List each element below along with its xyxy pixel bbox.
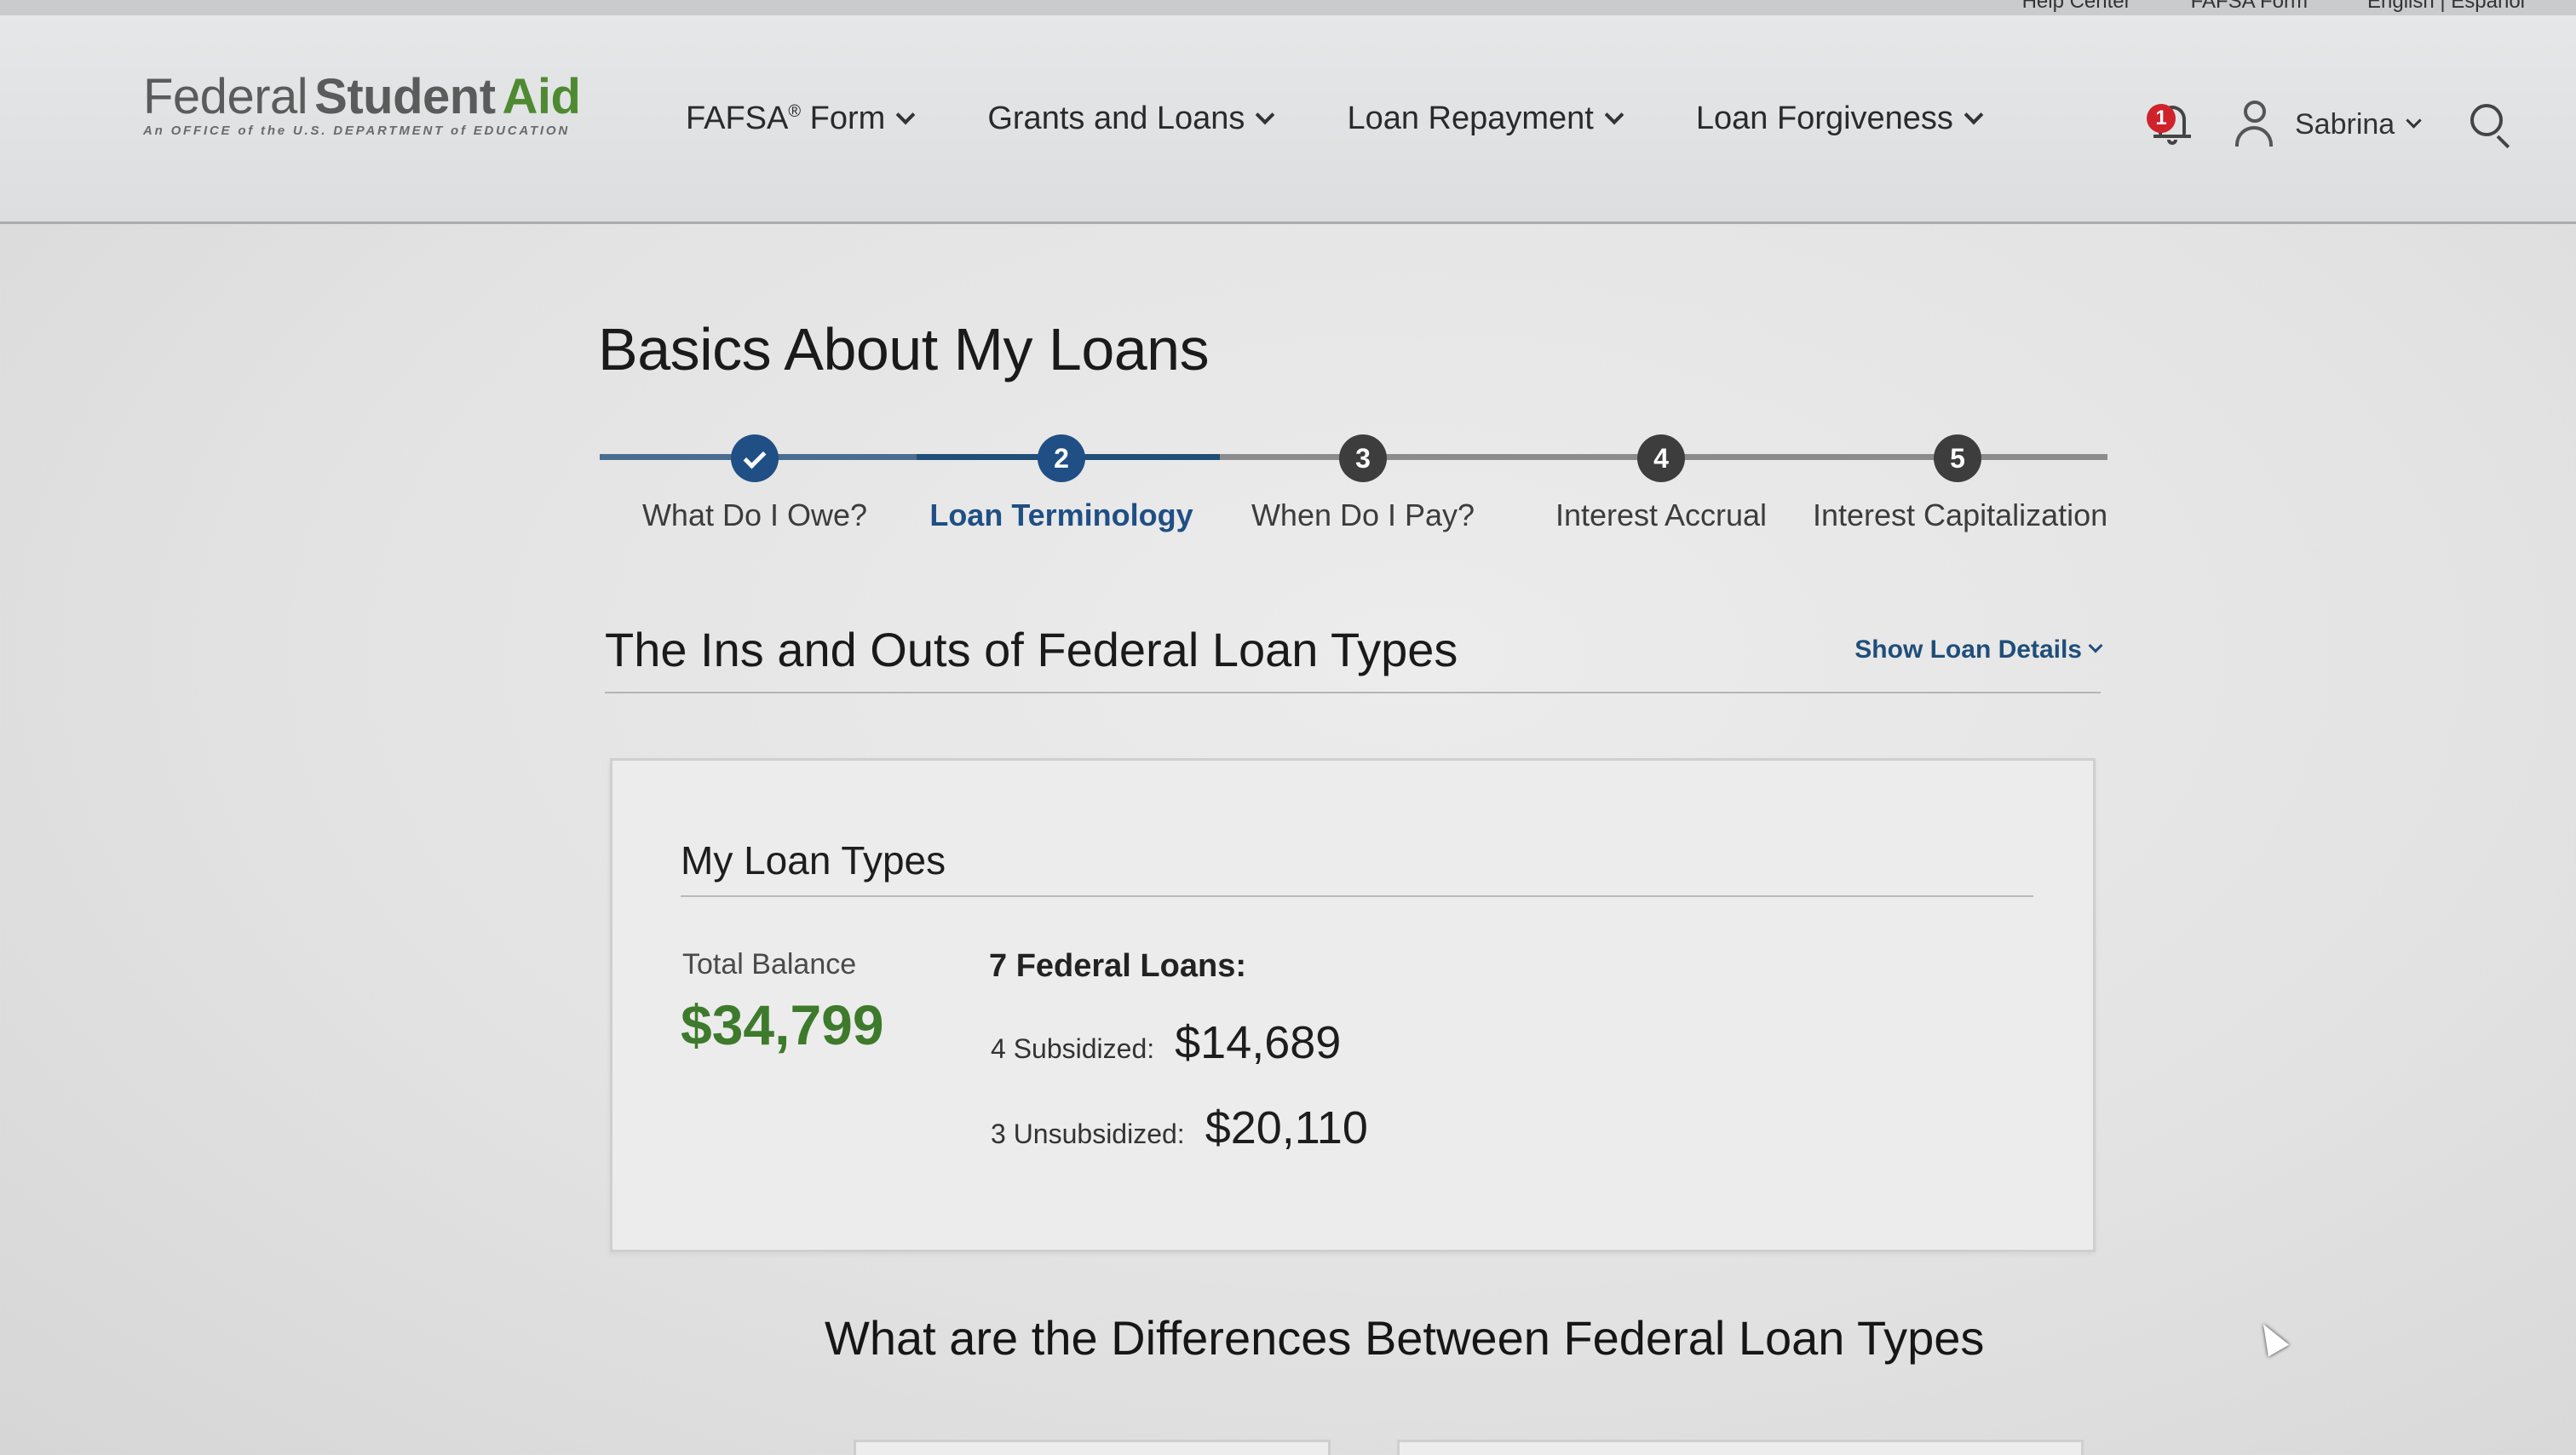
- card-title: My Loan Types: [681, 838, 946, 883]
- search-icon[interactable]: [2470, 104, 2511, 149]
- check-mark: [743, 446, 767, 469]
- nav-fafsa-suffix: Form: [801, 101, 886, 136]
- nav-repayment-label: Loan Repayment: [1347, 101, 1594, 136]
- notification-badge: 1: [2147, 104, 2176, 133]
- language-toggle[interactable]: English | Español: [2367, 0, 2525, 14]
- divider: [681, 895, 2033, 897]
- unsubsidized-row: 3 Unsubsidized: $20,110: [991, 1101, 1368, 1154]
- bell-icon-base: [2153, 135, 2191, 138]
- user-icon-head: [2244, 101, 2266, 123]
- subsidized-value: $14,689: [1175, 1017, 1342, 1068]
- nav-grants-label: Grants and Loans: [987, 101, 1245, 136]
- user-name: Sabrina: [2295, 107, 2395, 141]
- logo-tagline: An OFFICE of the U.S. DEPARTMENT of EDUC…: [143, 124, 570, 138]
- chevron-down-icon: [1964, 105, 1984, 124]
- nav-loan-forgiveness[interactable]: Loan Forgiveness: [1695, 101, 1984, 137]
- differences-heading: What are the Differences Between Federal…: [825, 1311, 1985, 1365]
- mouse-cursor-icon: [2252, 1318, 2290, 1357]
- main-nav: FAFSA ® Form Grants and Loans Loan Repaym…: [686, 101, 2056, 137]
- fsa-logo[interactable]: Federal Student Aid An OFFICE of the U.S. …: [143, 68, 581, 138]
- notifications-button[interactable]: 1: [2147, 101, 2194, 148]
- chevron-down-icon: [1604, 105, 1624, 124]
- utility-links: Help Center FAFSA Form English | Español: [2022, 0, 2525, 14]
- logo-wordmark: Federal Student Aid: [143, 68, 581, 125]
- user-icon[interactable]: [2235, 101, 2273, 148]
- logo-part-2: Student: [314, 69, 496, 124]
- step-interest-capitalization[interactable]: 5 Interest Capitalization: [1813, 434, 2108, 533]
- fafsa-form-link[interactable]: FAFSA Form: [2191, 0, 2308, 14]
- step-label: What Do I Owe?: [641, 497, 868, 532]
- chevron-down-icon: [2088, 638, 2103, 653]
- show-loan-details-label: Show Loan Details: [1854, 635, 2082, 664]
- loan-types-card: My Loan Types Total Balance $34,799 7 Fe…: [610, 758, 2096, 1252]
- nav-forgiveness-label: Loan Forgiveness: [1695, 101, 1953, 136]
- unsubsidized-value: $20,110: [1205, 1102, 1368, 1153]
- step-number: 3: [1339, 434, 1387, 482]
- nav-loan-repayment[interactable]: Loan Repayment: [1347, 101, 1624, 137]
- step-number: 4: [1637, 434, 1685, 482]
- federal-loans-count: 7 Federal Loans:: [989, 948, 1246, 984]
- nav-fafsa-form[interactable]: FAFSA ® Form: [686, 101, 916, 137]
- utility-bar: Help Center FAFSA Form English | Español: [0, 0, 2576, 15]
- check-icon: [731, 434, 779, 482]
- nav-grants-and-loans[interactable]: Grants and Loans: [987, 101, 1275, 137]
- loan-type-card-left: [854, 1440, 1331, 1455]
- unsubsidized-label: 3 Unsubsidized:: [991, 1119, 1185, 1149]
- step-number: 5: [1934, 434, 1981, 482]
- step-number: 2: [1038, 434, 1085, 482]
- user-icon-body: [2235, 126, 2273, 147]
- chevron-down-icon: [2406, 112, 2422, 129]
- total-balance-label: Total Balance: [682, 948, 857, 981]
- total-balance-value: $34,799: [681, 993, 884, 1056]
- site-header: Federal Student Aid An OFFICE of the U.S. …: [0, 15, 2576, 224]
- subsidized-row: 4 Subsidized: $14,689: [991, 1016, 1341, 1069]
- step-label: Loan Terminology: [929, 497, 1193, 532]
- bell-icon-clapper: [2167, 140, 2177, 145]
- logo-part-1: Federal: [143, 69, 308, 124]
- page-title: Basics About My Loans: [598, 316, 1210, 382]
- step-label: Interest Capitalization: [1813, 497, 2108, 532]
- search-icon-handle: [2496, 135, 2510, 149]
- subsidized-label: 4 Subsidized:: [991, 1033, 1155, 1064]
- step-loan-terminology[interactable]: 2 Loan Terminology: [917, 434, 1206, 533]
- show-loan-details-toggle[interactable]: Show Loan Details: [1854, 635, 2103, 664]
- search-icon-lens: [2470, 104, 2504, 136]
- step-label: When Do I Pay?: [1251, 497, 1475, 532]
- header-actions: 1 Sabrina: [2147, 101, 2511, 149]
- account-menu[interactable]: Sabrina: [2295, 107, 2422, 141]
- step-interest-accrual[interactable]: 4 Interest Accrual: [1516, 434, 1806, 533]
- nav-fafsa-label: FAFSA: [686, 101, 789, 136]
- step-when-do-i-pay[interactable]: 3 When Do I Pay?: [1218, 434, 1508, 533]
- registered-mark: ®: [788, 102, 802, 121]
- progress-stepper: What Do I Owe? 2 Loan Terminology 3 When…: [600, 434, 2107, 554]
- loan-type-card-right: [1397, 1440, 2084, 1455]
- step-label: Interest Accrual: [1555, 497, 1768, 532]
- section-header: The Ins and Outs of Federal Loan Types S…: [605, 622, 2103, 693]
- chevron-down-icon: [896, 105, 916, 124]
- step-what-do-i-owe[interactable]: What Do I Owe?: [610, 434, 900, 533]
- chevron-down-icon: [1256, 105, 1275, 124]
- logo-part-3: Aid: [502, 69, 581, 124]
- help-center-link[interactable]: Help Center: [2022, 0, 2131, 14]
